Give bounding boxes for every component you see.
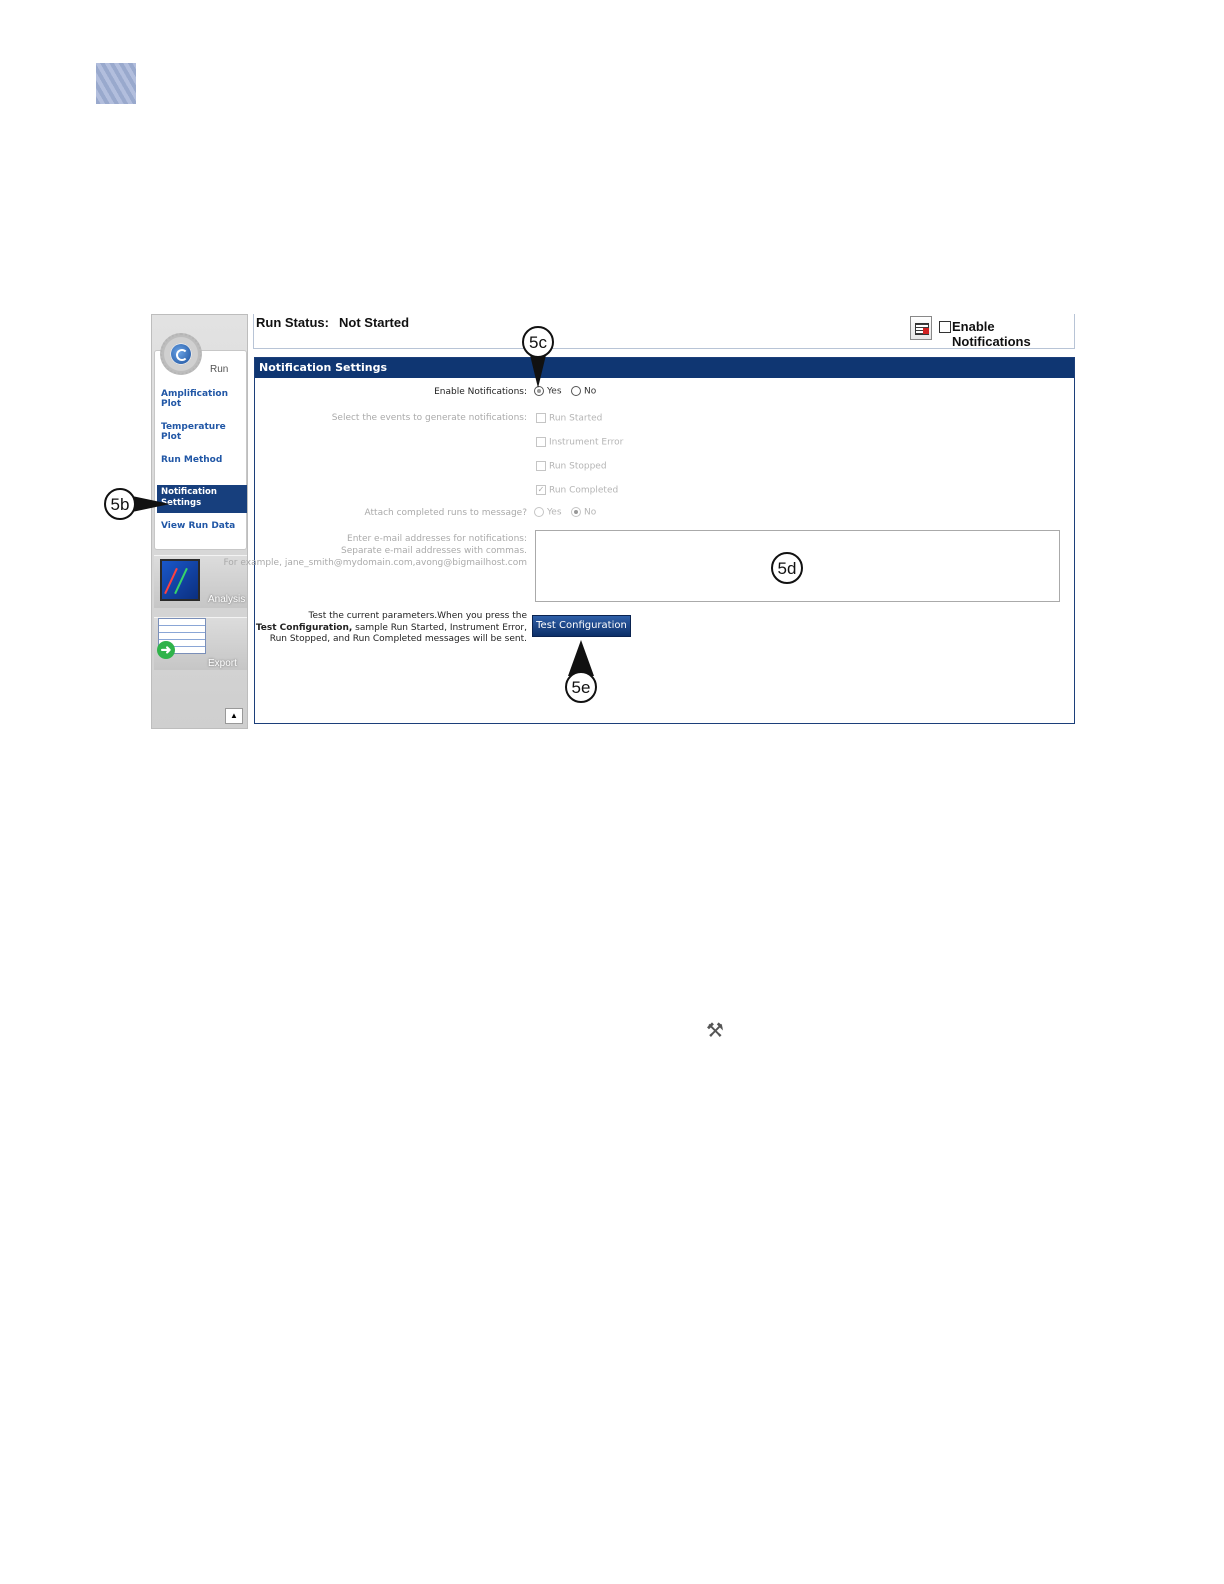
callout-5c: 5c (522, 326, 554, 358)
callout-5b-pointer (132, 496, 170, 512)
callout-5c-pointer (530, 355, 546, 388)
callout-5b: 5b (104, 488, 136, 520)
callout-5e: 5e (565, 671, 597, 703)
callout-5d: 5d (771, 552, 803, 584)
callout-pointers (132, 355, 594, 676)
tools-icon: ⚒ (706, 1020, 724, 1042)
